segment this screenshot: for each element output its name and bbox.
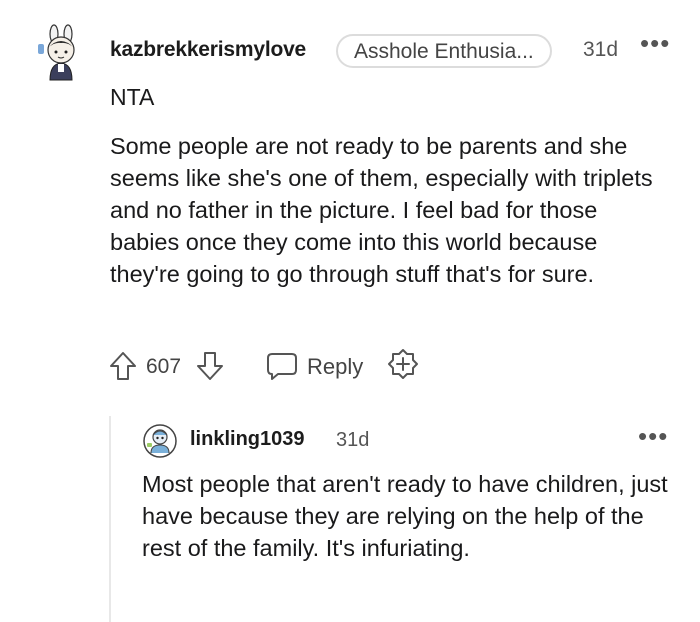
award-button[interactable] — [386, 348, 420, 382]
vote-score: 607 — [146, 355, 182, 378]
reply-button[interactable] — [266, 350, 298, 382]
avatar[interactable] — [142, 423, 178, 459]
user-flair: Asshole Enthusia... — [336, 34, 552, 68]
reply-label[interactable]: Reply — [307, 354, 363, 380]
comment-bubble-icon — [267, 353, 297, 380]
comment-body: Some people are not ready to be parents … — [110, 133, 653, 287]
more-options-icon[interactable]: ••• — [638, 421, 668, 452]
username[interactable]: linkling1039 — [190, 428, 305, 451]
user-avatar-icon — [143, 424, 177, 458]
downvote-arrow-icon — [197, 352, 223, 380]
award-plus-icon — [388, 349, 418, 379]
user-avatar-icon — [38, 24, 75, 81]
timestamp[interactable]: 31d — [336, 429, 369, 452]
comment-body: Most people that aren't ready to have ch… — [142, 471, 668, 561]
comment-verdict: NTA — [110, 84, 155, 110]
upvote-arrow-icon — [110, 352, 136, 380]
timestamp[interactable]: 31d — [583, 38, 618, 62]
avatar[interactable] — [34, 24, 90, 82]
more-options-icon[interactable]: ••• — [640, 28, 670, 59]
thread-line[interactable] — [109, 416, 111, 622]
username[interactable]: kazbrekkerismylove — [110, 38, 306, 62]
upvote-button[interactable] — [108, 350, 138, 382]
downvote-button[interactable] — [195, 350, 225, 382]
